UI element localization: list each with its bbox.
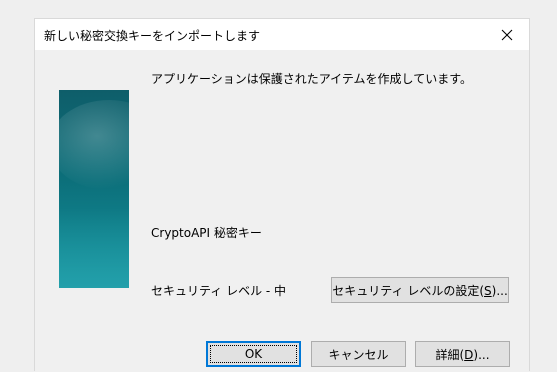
ok-button[interactable]: OK — [206, 341, 301, 367]
dialog-title: 新しい秘密交換キーをインポートします — [44, 29, 261, 43]
banner-glow — [59, 208, 129, 288]
message-text: アプリケーションは保護されたアイテムを作成しています。 — [151, 72, 473, 86]
security-banner-image — [59, 90, 129, 288]
title-bar[interactable]: 新しい秘密交換キーをインポートします — [35, 19, 529, 50]
details-button-label: 詳細(D)... — [435, 347, 490, 362]
close-button[interactable] — [484, 19, 529, 50]
cancel-button[interactable]: キャンセル — [311, 341, 406, 367]
dialog-body: アプリケーションは保護されたアイテムを作成しています。 CryptoAPI 秘密… — [35, 50, 529, 372]
item-name-label: CryptoAPI 秘密キー — [151, 226, 262, 240]
security-level-label: セキュリティ レベル - 中 — [151, 284, 287, 298]
import-private-key-dialog: 新しい秘密交換キーをインポートします アプリケーションは保護されたアイテムを作成… — [34, 18, 530, 372]
details-button[interactable]: 詳細(D)... — [415, 341, 510, 367]
close-icon — [501, 29, 512, 40]
ok-button-label: OK — [244, 347, 263, 361]
banner-gloss — [59, 100, 129, 190]
set-security-level-button[interactable]: セキュリティ レベルの設定(S)... — [331, 277, 509, 303]
cancel-button-label: キャンセル — [328, 347, 389, 362]
set-security-level-label: セキュリティ レベルの設定(S)... — [332, 283, 508, 298]
